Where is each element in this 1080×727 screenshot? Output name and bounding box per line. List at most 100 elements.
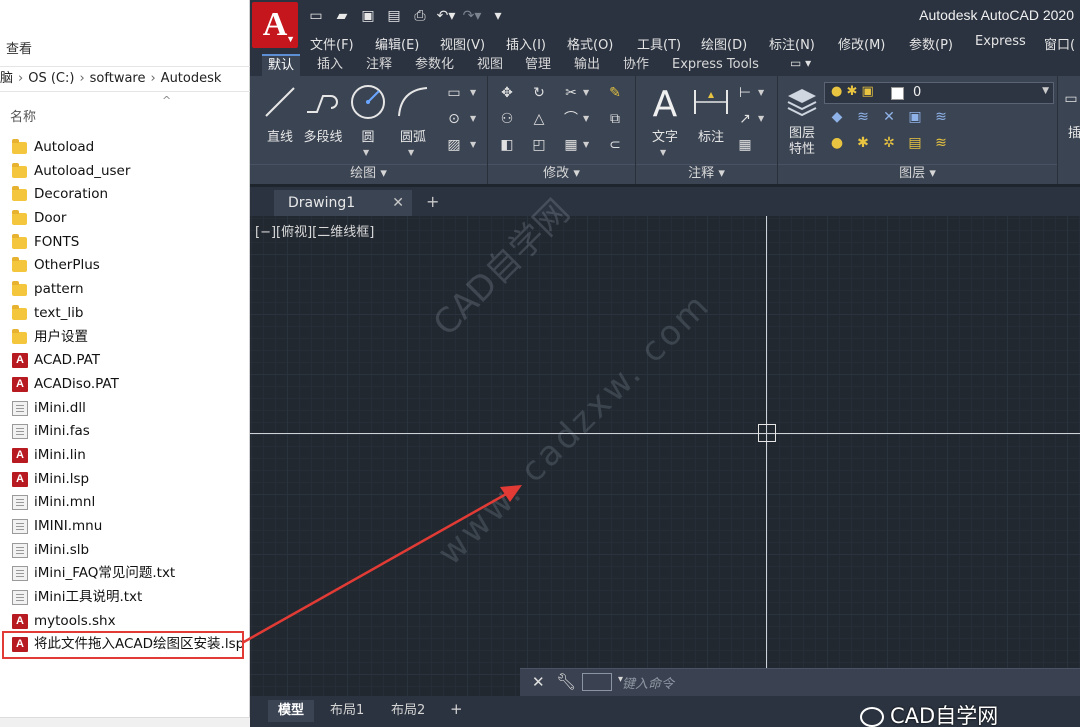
list-item[interactable]: iMini.slb: [10, 539, 248, 563]
layer-lock-icon[interactable]: ▣: [906, 108, 924, 126]
open-folder-icon[interactable]: ▰: [332, 6, 352, 26]
command-input[interactable]: 键入命令: [622, 673, 674, 692]
list-item[interactable]: Door: [10, 207, 248, 231]
menu-draw[interactable]: 绘图(D): [701, 34, 747, 53]
save-as-icon[interactable]: ▤: [384, 6, 404, 26]
new-file-icon[interactable]: ▭: [306, 6, 326, 26]
new-tab-icon[interactable]: +: [426, 193, 439, 211]
list-item[interactable]: Autoload: [10, 136, 248, 160]
breadcrumb-item[interactable]: Autodesk: [161, 67, 222, 91]
list-item[interactable]: A ACAD.PAT: [10, 349, 248, 373]
list-item[interactable]: iMini工具说明.txt: [10, 586, 248, 610]
layer-unlock-icon[interactable]: ▤: [906, 134, 924, 152]
chevron-down-icon[interactable]: ▼: [758, 88, 764, 97]
layer-freeze-icon[interactable]: ✱: [854, 134, 872, 152]
stretch-icon[interactable]: ◧: [498, 136, 516, 154]
customize-toolbar-icon[interactable]: ▾: [488, 6, 508, 26]
list-item[interactable]: Decoration: [10, 183, 248, 207]
application-menu-button[interactable]: A ▼: [252, 2, 298, 48]
leader-icon[interactable]: ↗: [736, 110, 754, 128]
menu-parametric[interactable]: 参数(P): [909, 34, 953, 53]
tab-drawing1[interactable]: Drawing1 ✕: [274, 190, 412, 216]
tab-layout2[interactable]: 布局2: [381, 700, 435, 722]
list-item[interactable]: AiMini.lin: [10, 444, 248, 468]
layer-off-icon[interactable]: ●: [828, 134, 846, 152]
layer-isolate-icon[interactable]: ✕: [880, 108, 898, 126]
add-layout-icon[interactable]: +: [450, 700, 463, 718]
menu-format[interactable]: 格式(O): [567, 34, 613, 53]
trim-icon[interactable]: ✂: [562, 84, 580, 102]
panel-layers-title[interactable]: 图层 ▾: [778, 164, 1057, 182]
list-item[interactable]: AiMini.lsp: [10, 468, 248, 492]
list-item[interactable]: OtherPlus: [10, 254, 248, 278]
list-item[interactable]: 用户设置: [10, 326, 248, 350]
chevron-down-icon[interactable]: ▼: [758, 114, 764, 123]
save-icon[interactable]: ▣: [358, 6, 378, 26]
tab-collaborate[interactable]: 协作: [617, 54, 655, 76]
chevron-down-icon[interactable]: ▼: [408, 148, 414, 157]
menu-view[interactable]: 视图(V): [440, 34, 485, 53]
tab-default[interactable]: 默认: [262, 54, 301, 76]
list-item[interactable]: iMini.fas: [10, 420, 248, 444]
array-icon[interactable]: ▦: [562, 136, 580, 154]
menu-modify[interactable]: 修改(M): [838, 34, 885, 53]
tab-parametric[interactable]: 参数化: [409, 54, 460, 76]
circle-tool[interactable]: 圆 ▼: [343, 82, 393, 157]
breadcrumb-item[interactable]: 脑: [0, 67, 13, 91]
erase-icon[interactable]: ✎: [606, 84, 624, 102]
menu-edit[interactable]: 编辑(E): [375, 34, 419, 53]
drawing-area[interactable]: [−][俯视][二维线框] ✕ 🔧︎ 键入命令: [250, 216, 1080, 696]
move-icon[interactable]: ✥: [498, 84, 516, 102]
tab-layout1[interactable]: 布局1: [320, 700, 374, 722]
layer-thaw-icon[interactable]: ✲: [880, 134, 898, 152]
close-icon[interactable]: ✕: [392, 190, 404, 216]
layer-dropdown[interactable]: ● ✱ ▣ 0 ▼: [824, 82, 1054, 104]
recent-commands-icon[interactable]: [582, 673, 623, 691]
panel-annotation-title[interactable]: 注释 ▾: [636, 164, 777, 182]
polyline-tool[interactable]: 多段线: [298, 82, 348, 145]
undo-icon[interactable]: ↶▾: [436, 6, 456, 26]
chevron-down-icon[interactable]: ▼: [660, 148, 666, 157]
print-icon[interactable]: ⎙: [410, 6, 430, 26]
ellipse-icon[interactable]: ⊙: [445, 110, 463, 128]
list-item[interactable]: Autoload_user: [10, 160, 248, 184]
menu-tools[interactable]: 工具(T): [637, 34, 681, 53]
breadcrumb-item[interactable]: OS (C:): [28, 67, 74, 91]
linear-dimension-icon[interactable]: ⊢: [736, 84, 754, 102]
ribbon-minimize-icon[interactable]: ▭ ▾: [790, 56, 811, 70]
layer-match-icon[interactable]: ≋: [854, 108, 872, 126]
offset-icon[interactable]: ⊂: [606, 136, 624, 154]
chevron-down-icon[interactable]: ▼: [470, 88, 476, 97]
column-header-name[interactable]: 名称: [10, 106, 36, 125]
menu-file[interactable]: 文件(F): [310, 34, 354, 53]
panel-modify-title[interactable]: 修改 ▾: [488, 164, 635, 182]
tab-output[interactable]: 输出: [568, 54, 606, 76]
table-icon[interactable]: ▦: [736, 136, 754, 154]
panel-draw-title[interactable]: 绘图 ▾: [250, 164, 487, 182]
list-item[interactable]: pattern: [10, 278, 248, 302]
chevron-down-icon[interactable]: ▼: [470, 140, 476, 149]
layer-state-icon[interactable]: ◆: [828, 108, 846, 126]
explode-icon[interactable]: ⧉: [606, 110, 624, 128]
chevron-down-icon[interactable]: ▼: [470, 114, 476, 123]
menu-express[interactable]: Express: [975, 34, 1026, 49]
chevron-down-icon[interactable]: ▼: [583, 114, 589, 123]
fillet-icon[interactable]: ⌒: [562, 110, 580, 128]
tab-view[interactable]: 视图: [471, 54, 509, 76]
list-item[interactable]: FONTS: [10, 231, 248, 255]
list-item[interactable]: IMINI.mnu: [10, 515, 248, 539]
horizontal-scrollbar[interactable]: [0, 717, 250, 727]
list-item[interactable]: iMini.mnl: [10, 491, 248, 515]
arc-tool[interactable]: 圆弧 ▼: [388, 82, 438, 157]
scale-icon[interactable]: ◰: [530, 136, 548, 154]
tab-express-tools[interactable]: Express Tools: [666, 54, 765, 76]
insert-block-icon[interactable]: ▭: [1062, 90, 1080, 108]
list-item[interactable]: A ACADiso.PAT: [10, 373, 248, 397]
viewport-controls[interactable]: [−][俯视][二维线框]: [255, 221, 374, 240]
chevron-down-icon[interactable]: ▼: [363, 148, 369, 157]
redo-icon[interactable]: ↷▾: [462, 6, 482, 26]
rectangle-icon[interactable]: ▭: [445, 84, 463, 102]
list-item[interactable]: A 将此文件拖入ACAD绘图区安装.lsp: [2, 631, 244, 660]
chevron-down-icon[interactable]: ▼: [583, 88, 589, 97]
layer-merge-icon[interactable]: ≋: [932, 134, 950, 152]
